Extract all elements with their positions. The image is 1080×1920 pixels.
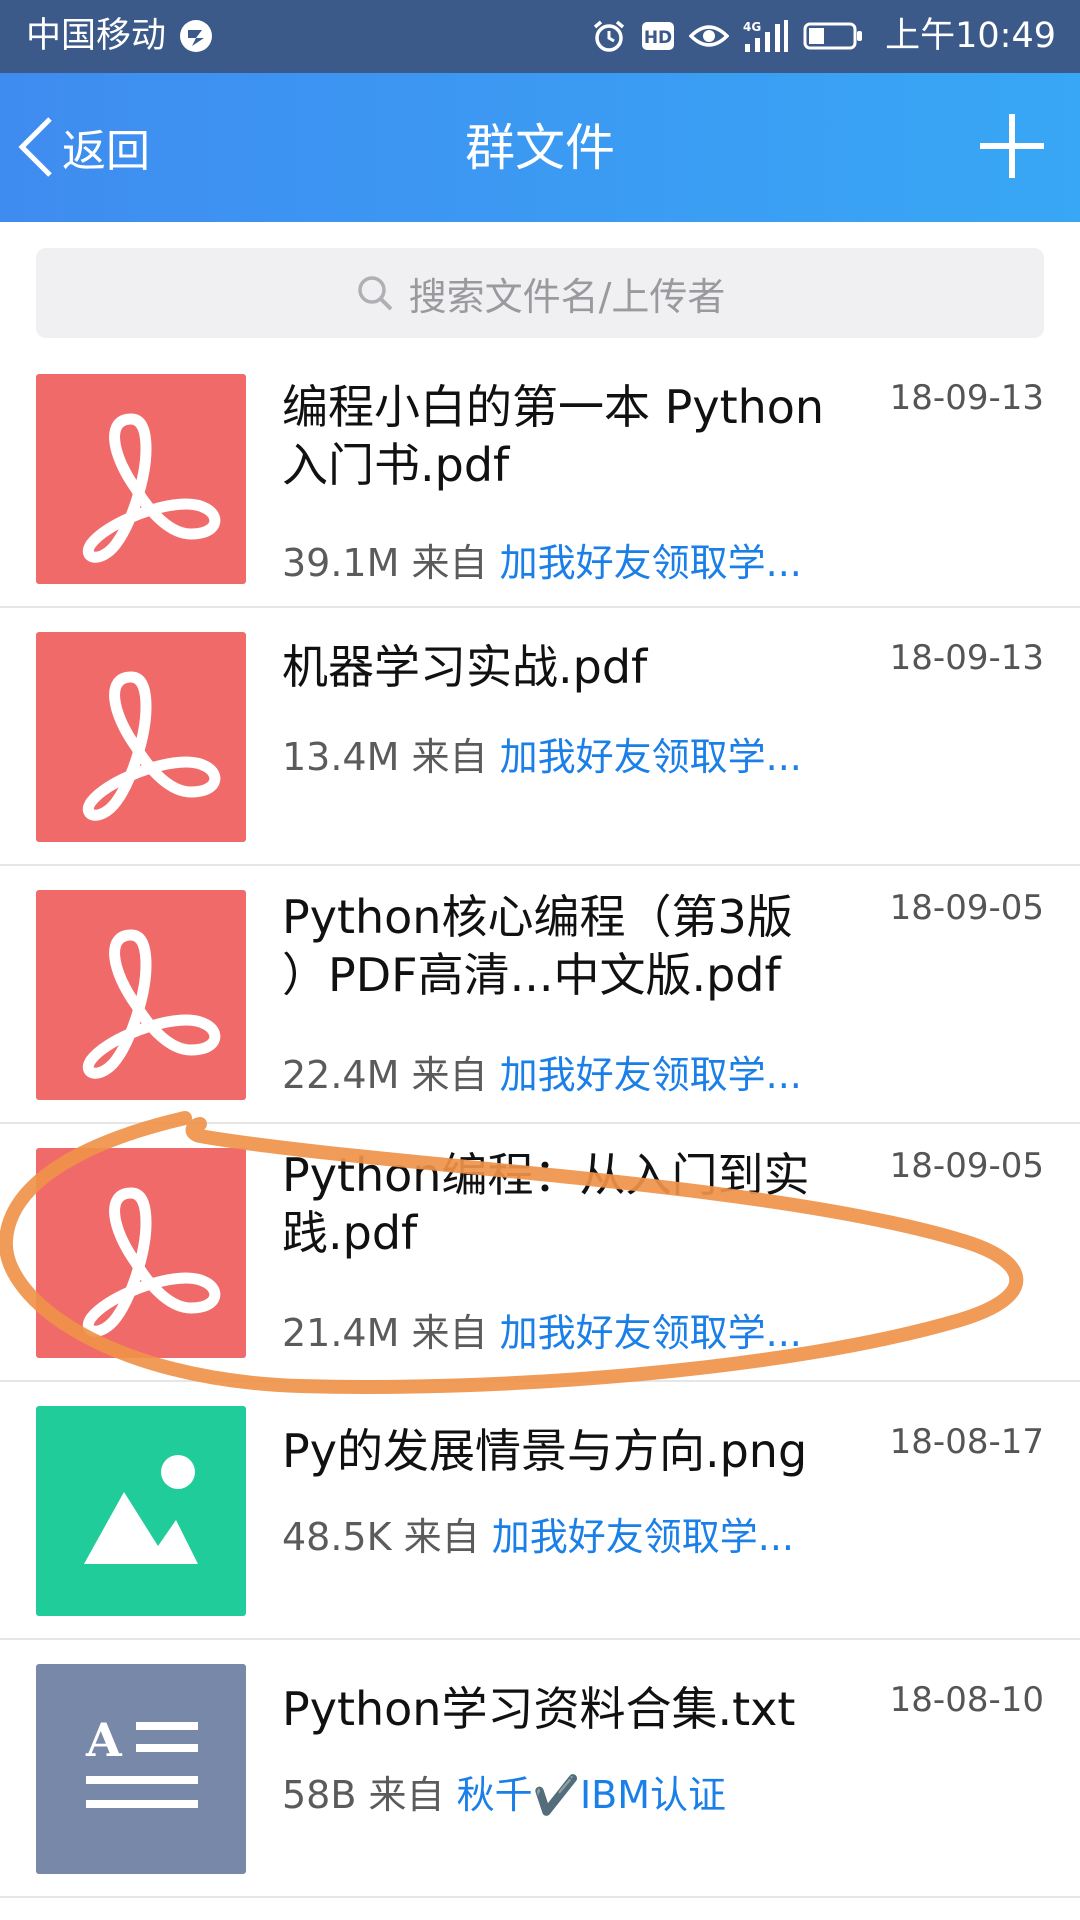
file-row[interactable]: Python核心编程（第3版 ）PDF高清...中文版.pdf 18-09-05…: [0, 866, 1080, 1124]
file-row[interactable]: Python编程：从入门到实 践.pdf 18-09-05 21.4M 来自 加…: [0, 1124, 1080, 1382]
alarm-icon: [594, 20, 625, 52]
from-label: 来自: [411, 1053, 488, 1097]
uploader-link[interactable]: 加我好友领取学...: [492, 1515, 794, 1559]
file-date: 18-09-05: [889, 888, 1044, 928]
status-icons: HD 4G 上午10:49: [591, 12, 1056, 60]
uploader-link[interactable]: 加我好友领取学...: [500, 541, 802, 585]
pdf-file-icon: [36, 632, 246, 842]
file-row[interactable]: Py的发展情景与方向.png 18-08-17 48.5K 来自 加我好友领取学…: [0, 1382, 1080, 1640]
file-meta: 13.4M 来自 加我好友领取学...: [282, 726, 802, 781]
from-label: 来自: [368, 1773, 445, 1817]
uploader-link[interactable]: 加我好友领取学...: [500, 1311, 802, 1355]
network-service-icon: [180, 20, 213, 52]
file-name: 编程小白的第一本 Python 入门书.pdf: [282, 380, 825, 492]
file-size: 48.5K: [282, 1515, 392, 1559]
file-date: 18-08-17: [889, 1422, 1044, 1462]
file-date: 18-09-13: [889, 638, 1044, 678]
file-size: 39.1M: [282, 541, 400, 585]
search-placeholder: 搜索文件名/上传者: [408, 274, 726, 319]
svg-text:4G: 4G: [743, 20, 761, 34]
file-meta: 39.1M 来自 加我好友领取学...: [282, 532, 802, 587]
file-meta: 58B 来自 秋千✔️IBM认证: [282, 1764, 726, 1819]
uploader-link[interactable]: 加我好友领取学...: [500, 1053, 802, 1097]
file-row[interactable]: A Python学习资料合集.txt 18-08-10 58B 来自 秋千✔️I…: [0, 1640, 1080, 1898]
text-file-icon: A: [36, 1664, 246, 1874]
status-bar: 中国移动 HD 4G 上午10:49: [0, 0, 1080, 73]
file-size: 58B: [282, 1773, 357, 1817]
file-row[interactable]: 机器学习实战.pdf 18-09-13 13.4M 来自 加我好友领取学...: [0, 608, 1080, 866]
pdf-file-icon: [36, 890, 246, 1100]
svg-text:HD: HD: [644, 28, 672, 48]
plus-icon[interactable]: [976, 110, 1048, 182]
file-name: 机器学习实战.pdf: [282, 640, 648, 694]
battery-icon: [803, 22, 863, 50]
file-row[interactable]: 编程小白的第一本 Python 入门书.pdf 18-09-13 39.1M 来…: [0, 360, 1080, 608]
file-list: 编程小白的第一本 Python 入门书.pdf 18-09-13 39.1M 来…: [0, 360, 1080, 1898]
clock: 上午10:49: [885, 16, 1056, 56]
file-name: Python编程：从入门到实 践.pdf: [282, 1148, 810, 1260]
title-bar: 返回 群文件: [0, 73, 1080, 222]
carrier-label: 中国移动: [26, 12, 214, 60]
file-size: 22.4M: [282, 1053, 400, 1097]
page-title: 群文件: [465, 119, 615, 177]
file-date: 18-09-05: [889, 1146, 1044, 1186]
file-name: Python核心编程（第3版 ）PDF高清...中文版.pdf: [282, 890, 793, 1002]
file-meta: 21.4M 来自 加我好友领取学...: [282, 1302, 802, 1357]
signal-4g-icon: 4G: [743, 20, 789, 52]
hd-icon: HD: [642, 22, 675, 50]
file-meta: 22.4M 来自 加我好友领取学...: [282, 1044, 802, 1099]
from-label: 来自: [411, 541, 488, 585]
uploader-link[interactable]: 秋千✔️IBM认证: [457, 1773, 726, 1817]
from-label: 来自: [403, 1515, 480, 1559]
pdf-file-icon: [36, 1148, 246, 1358]
image-file-icon: [36, 1406, 246, 1616]
file-date: 18-09-13: [889, 378, 1044, 418]
search-input[interactable]: 搜索文件名/上传者: [36, 248, 1044, 338]
from-label: 来自: [411, 735, 488, 779]
file-size: 21.4M: [282, 1311, 400, 1355]
eye-icon: [689, 25, 730, 47]
file-size: 13.4M: [282, 735, 400, 779]
file-meta: 48.5K 来自 加我好友领取学...: [282, 1506, 794, 1561]
file-name: Python学习资料合集.txt: [282, 1682, 796, 1736]
uploader-link[interactable]: 加我好友领取学...: [500, 735, 802, 779]
svg-text:A: A: [85, 1713, 123, 1767]
file-date: 18-08-10: [889, 1680, 1044, 1720]
file-name: Py的发展情景与方向.png: [282, 1424, 808, 1478]
pdf-file-icon: [36, 374, 246, 584]
search-icon: [357, 276, 393, 311]
from-label: 来自: [411, 1311, 488, 1355]
